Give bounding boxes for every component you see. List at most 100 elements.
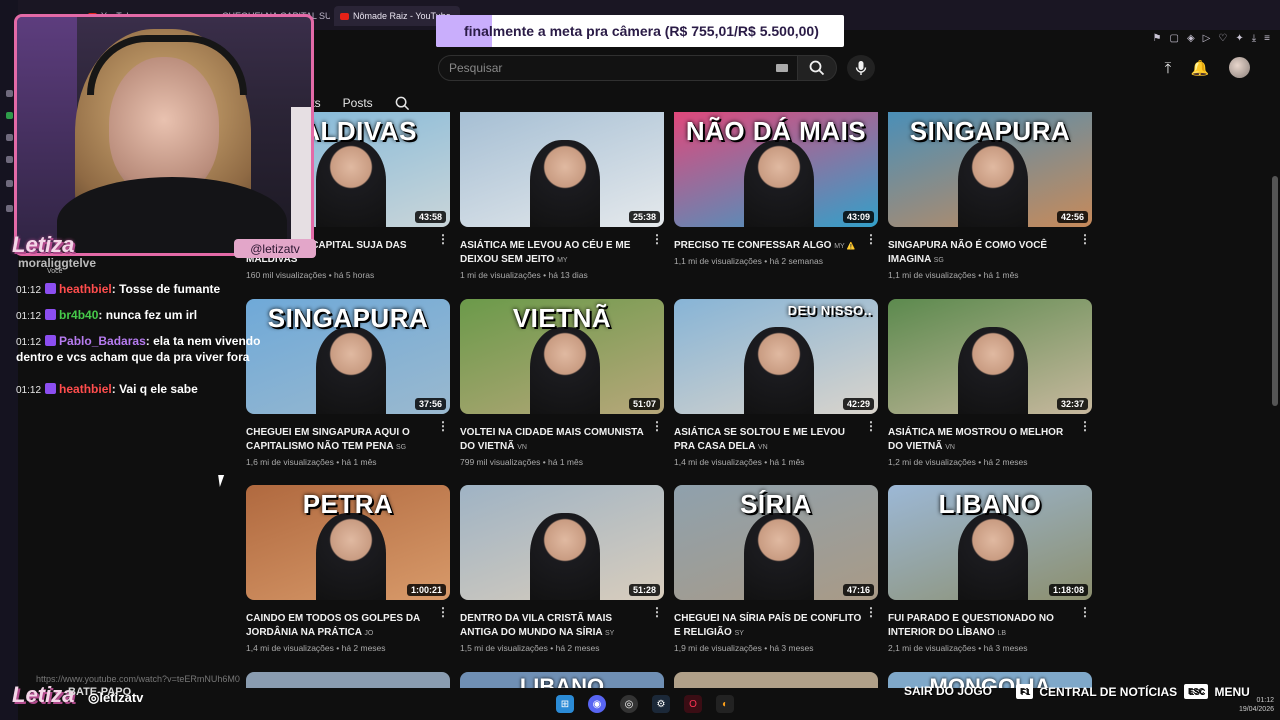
shield-icon[interactable]: ◈: [1187, 33, 1195, 44]
more-options-icon[interactable]: ⋮: [651, 232, 663, 246]
sidebar-icon[interactable]: [6, 180, 13, 187]
video-meta: 1,4 mi de visualizações • há 2 meses: [246, 643, 386, 653]
screenshot-icon[interactable]: ▢: [1170, 33, 1179, 44]
upload-age: há 2 meses: [555, 643, 600, 653]
video-thumbnail[interactable]: PETRA 1:00:21: [246, 485, 450, 600]
video-card[interactable]: NÃO DÁ MAIS 43:09 PRECISO TE CONFESSAR ALG…: [674, 112, 879, 266]
more-options-icon[interactable]: ⋮: [1079, 605, 1091, 619]
video-thumbnail-partial[interactable]: [674, 672, 878, 688]
more-options-icon[interactable]: ⋮: [1079, 232, 1091, 246]
discord-icon[interactable]: ◉: [588, 695, 606, 713]
thumbnail-person: [316, 327, 386, 414]
video-card[interactable]: 51:28 DENTRO DA VILA CRISTÃ MAIS ANTIGA D…: [460, 485, 665, 653]
video-thumbnail[interactable]: 51:28: [460, 485, 664, 600]
bell-icon[interactable]: 🔔: [1190, 58, 1210, 78]
windows-start-icon[interactable]: ⊞: [556, 695, 574, 713]
more-options-icon[interactable]: ⋮: [865, 419, 877, 433]
country-code: VN: [945, 444, 955, 451]
more-options-icon[interactable]: ⋮: [651, 605, 663, 619]
video-title[interactable]: DENTRO DA VILA CRISTÃ MAIS ANTIGA DO MUN…: [460, 612, 648, 641]
video-card[interactable]: SÍRIA 47:16 CHEGUEI NA SÍRIA PAÍS DE CONFL…: [674, 485, 879, 653]
keyboard-icon[interactable]: [776, 64, 788, 72]
more-options-icon[interactable]: ⋮: [865, 605, 877, 619]
play-icon[interactable]: ▷: [1203, 33, 1211, 44]
video-title[interactable]: CAINDO EM TODOS OS GOLPES DA JORDÂNIA NA…: [246, 612, 434, 641]
video-thumbnail[interactable]: DEU NISSO.. 42:29: [674, 299, 878, 414]
more-options-icon[interactable]: ⋮: [1079, 419, 1091, 433]
news-center-button[interactable]: F1 CENTRAL DE NOTÍCIAS: [1016, 684, 1177, 699]
puzzle-icon[interactable]: ✦: [1235, 33, 1243, 44]
video-card[interactable]: SINGAPURA 42:56 SINGAPURA NÃO É COMO VOCÊ …: [888, 112, 1093, 280]
sidebar-icon[interactable]: [6, 134, 13, 141]
country-code: SG: [933, 257, 944, 264]
sidebar-icon[interactable]: [6, 112, 13, 119]
esc-key: ESC: [1184, 684, 1209, 699]
more-options-icon[interactable]: ⋮: [437, 605, 449, 619]
scrollbar[interactable]: [1272, 176, 1278, 406]
video-thumbnail-partial[interactable]: LIBANO: [460, 672, 664, 688]
upload-age: há 1 mês: [983, 270, 1019, 280]
sidebar-icon[interactable]: [6, 90, 13, 97]
avatar[interactable]: [1229, 57, 1250, 78]
exit-game-button[interactable]: SAIR DO JOGO: [904, 684, 992, 698]
upload-age: há 13 dias: [548, 270, 588, 280]
video-card[interactable]: PETRA 1:00:21 CAINDO EM TODOS OS GOLPES DA…: [246, 485, 451, 653]
video-card[interactable]: VIETNÃ 51:07 VOLTEI NA CIDADE MAIS COMUNIS…: [460, 299, 665, 467]
view-count: 2,1 mi de visualizações: [888, 643, 976, 653]
video-thumbnail[interactable]: LIBANO 1:18:08: [888, 485, 1092, 600]
mic-icon: [855, 61, 867, 75]
video-thumbnail[interactable]: SÍRIA 47:16: [674, 485, 878, 600]
obs-icon[interactable]: ◎: [620, 695, 638, 713]
video-card[interactable]: 25:38 ASIÁTICA ME LEVOU AO CÉU E ME DEIXO…: [460, 112, 665, 280]
menu-icon[interactable]: ≡: [1264, 33, 1270, 44]
video-thumbnail[interactable]: VIETNÃ 51:07: [460, 299, 664, 414]
video-thumbnail-partial[interactable]: [246, 672, 450, 688]
country-code: JO: [364, 630, 374, 637]
opera-gx-icon[interactable]: O: [684, 695, 702, 713]
steam-icon[interactable]: ⚙: [652, 695, 670, 713]
video-title[interactable]: ASIÁTICA ME MOSTROU O MELHOR DO VIETNÃ V…: [888, 426, 1076, 455]
video-thumbnail[interactable]: SINGAPURA 42:56: [888, 112, 1092, 227]
chat-text: nunca fez um irl: [105, 308, 198, 322]
search-input[interactable]: Pesquisar: [438, 55, 802, 81]
video-title-text: CHEGUEI EM SINGAPURA AQUI O CAPITALISMO …: [246, 427, 410, 452]
video-card[interactable]: DEU NISSO.. 42:29 ASIÁTICA SE SOLTOU E ME …: [674, 299, 879, 467]
more-options-icon[interactable]: ⋮: [437, 232, 449, 246]
video-title[interactable]: CHEGUEI EM SINGAPURA AQUI O CAPITALISMO …: [246, 426, 434, 455]
video-duration: 42:56: [1056, 211, 1088, 223]
video-title[interactable]: CHEGUEI NA SÍRIA PAÍS DE CONFLITO E RELI…: [674, 612, 862, 641]
sidebar-icon[interactable]: [6, 205, 13, 212]
clock-time: 01:12: [1256, 697, 1274, 704]
video-thumbnail[interactable]: 25:38: [460, 112, 664, 227]
upload-age: há 2 meses: [983, 457, 1028, 467]
video-title[interactable]: PRECISO TE CONFESSAR ALGO MY ⚠️: [674, 239, 862, 254]
download-icon[interactable]: ⤓: [1252, 33, 1256, 44]
video-title[interactable]: ASIÁTICA SE SOLTOU E ME LEVOU PRA CASA D…: [674, 426, 862, 455]
overwatch-icon[interactable]: ◐: [716, 695, 734, 713]
video-card[interactable]: LIBANO 1:18:08 FUI PARADO E QUESTIONADO NO…: [888, 485, 1093, 653]
voice-search-button[interactable]: [847, 55, 875, 81]
search-button[interactable]: [797, 55, 837, 81]
thumbnail-person: [316, 140, 386, 227]
channel-tabs: lists Posts: [300, 94, 410, 112]
video-duration: 51:07: [628, 398, 660, 410]
upload-icon[interactable]: ⤒: [1158, 58, 1178, 78]
video-card[interactable]: 32:37 ASIÁTICA ME MOSTROU O MELHOR DO VIE…: [888, 299, 1093, 467]
video-title[interactable]: FUI PARADO E QUESTIONADO NO INTERIOR DO …: [888, 612, 1076, 641]
sidebar-icon[interactable]: [6, 156, 13, 163]
video-thumbnail[interactable]: 32:37: [888, 299, 1092, 414]
heart-icon[interactable]: ♡: [1218, 33, 1227, 44]
video-title[interactable]: VOLTEI NA CIDADE MAIS COMUNISTA DO VIETN…: [460, 426, 648, 455]
bookmark-icon[interactable]: ⚑: [1153, 33, 1162, 44]
more-options-icon[interactable]: ⋮: [865, 232, 877, 246]
view-count: 1,5 mi de visualizações: [460, 643, 548, 653]
video-thumbnail[interactable]: NÃO DÁ MAIS 43:09: [674, 112, 878, 227]
more-options-icon[interactable]: ⋮: [651, 419, 663, 433]
view-count: 799 mil visualizações: [460, 457, 541, 467]
tab-posts[interactable]: Posts: [343, 96, 373, 110]
channel-search-icon[interactable]: [395, 96, 410, 111]
video-title[interactable]: ASIÁTICA ME LEVOU AO CÉU E ME DEIXOU SEM…: [460, 239, 648, 268]
video-title[interactable]: SINGAPURA NÃO É COMO VOCÊ IMAGINA SG: [888, 239, 1076, 268]
thumbnail-person: [530, 327, 600, 414]
more-options-icon[interactable]: ⋮: [437, 419, 449, 433]
